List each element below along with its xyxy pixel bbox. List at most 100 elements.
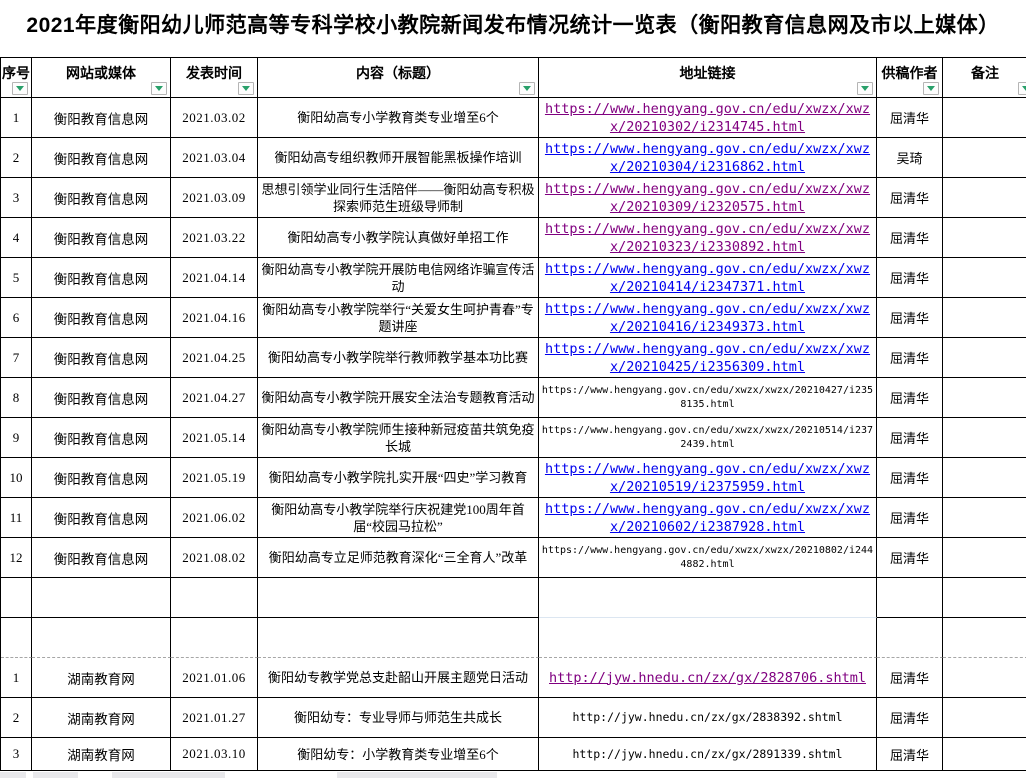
- serial-cell[interactable]: 6: [1, 298, 32, 338]
- url-link[interactable]: https://www.hengyang.gov.cn/edu/xwzx/xwz…: [539, 140, 876, 176]
- media-cell[interactable]: 衡阳教育信息网: [32, 218, 171, 258]
- author-cell[interactable]: 屈清华: [877, 698, 943, 738]
- serial-cell[interactable]: [1, 618, 32, 658]
- serial-cell[interactable]: 8: [1, 378, 32, 418]
- media-cell[interactable]: 衡阳教育信息网: [32, 498, 171, 538]
- author-cell[interactable]: 屈清华: [877, 738, 943, 771]
- date-cell[interactable]: 2021.03.02: [171, 98, 258, 138]
- header-date[interactable]: 发表时间: [171, 58, 258, 98]
- media-cell[interactable]: 衡阳教育信息网: [32, 538, 171, 578]
- url-cell[interactable]: https://www.hengyang.gov.cn/edu/xwzx/xwz…: [539, 378, 877, 418]
- content-cell[interactable]: 衡阳幼高专小教学院举行庆祝建党100周年首届“校园马拉松”: [258, 498, 539, 538]
- serial-cell[interactable]: 4: [1, 218, 32, 258]
- media-cell[interactable]: 衡阳教育信息网: [32, 418, 171, 458]
- media-cell[interactable]: 湖南教育网: [32, 658, 171, 698]
- serial-cell[interactable]: 1: [1, 658, 32, 698]
- remark-cell[interactable]: [943, 138, 1026, 178]
- date-cell[interactable]: [171, 578, 258, 618]
- url-cell[interactable]: [539, 578, 877, 618]
- remark-cell[interactable]: [943, 738, 1026, 771]
- url-cell[interactable]: http://jyw.hnedu.cn/zx/gx/2838392.shtml: [539, 698, 877, 738]
- header-serial[interactable]: 序号: [1, 58, 32, 98]
- content-cell[interactable]: 衡阳幼高专小教学院举行“关爱女生呵护青春”专题讲座: [258, 298, 539, 338]
- remark-cell[interactable]: [943, 98, 1026, 138]
- content-cell[interactable]: 衡阳幼高专小教学院举行教师教学基本功比赛: [258, 338, 539, 378]
- media-cell[interactable]: 湖南教育网: [32, 738, 171, 771]
- remark-cell[interactable]: [943, 218, 1026, 258]
- url-cell[interactable]: https://www.hengyang.gov.cn/edu/xwzx/xwz…: [539, 98, 877, 138]
- date-cell[interactable]: 2021.01.06: [171, 658, 258, 698]
- url-cell[interactable]: https://www.hengyang.gov.cn/edu/xwzx/xwz…: [539, 458, 877, 498]
- header-media[interactable]: 网站或媒体: [32, 58, 171, 98]
- remark-cell[interactable]: [943, 658, 1026, 698]
- content-cell[interactable]: 衡阳幼高专小教学院开展安全法治专题教育活动: [258, 378, 539, 418]
- url-cell[interactable]: https://www.hengyang.gov.cn/edu/xwzx/xwz…: [539, 298, 877, 338]
- media-cell[interactable]: [32, 578, 171, 618]
- url-cell[interactable]: https://www.hengyang.gov.cn/edu/xwzx/xwz…: [539, 138, 877, 178]
- content-cell[interactable]: [258, 578, 539, 618]
- url-cell[interactable]: https://www.hengyang.gov.cn/edu/xwzx/xwz…: [539, 538, 877, 578]
- url-link[interactable]: http://jyw.hnedu.cn/zx/gx/2828706.shtml: [539, 669, 876, 687]
- serial-cell[interactable]: 2: [1, 698, 32, 738]
- filter-dropdown-icon[interactable]: [519, 82, 535, 95]
- media-cell[interactable]: 衡阳教育信息网: [32, 458, 171, 498]
- date-cell[interactable]: 2021.06.02: [171, 498, 258, 538]
- header-url[interactable]: 地址链接: [539, 58, 877, 98]
- url-link[interactable]: https://www.hengyang.gov.cn/edu/xwzx/xwz…: [539, 500, 876, 536]
- header-author[interactable]: 供稿作者: [877, 58, 943, 98]
- media-cell[interactable]: 衡阳教育信息网: [32, 258, 171, 298]
- serial-cell[interactable]: 7: [1, 338, 32, 378]
- content-cell[interactable]: 衡阳幼高专小教学院开展防电信网络诈骗宣传活动: [258, 258, 539, 298]
- media-cell[interactable]: 衡阳教育信息网: [32, 298, 171, 338]
- content-cell[interactable]: 衡阳幼高专小教学院扎实开展“四史”学习教育: [258, 458, 539, 498]
- content-cell[interactable]: 衡阳幼专：小学教育类专业增至6个: [258, 738, 539, 771]
- date-cell[interactable]: 2021.03.10: [171, 738, 258, 771]
- author-cell[interactable]: 屈清华: [877, 658, 943, 698]
- content-cell[interactable]: 衡阳幼高专立足师范教育深化“三全育人”改革: [258, 538, 539, 578]
- url-link[interactable]: https://www.hengyang.gov.cn/edu/xwzx/xwz…: [539, 460, 876, 496]
- serial-cell[interactable]: 3: [1, 738, 32, 771]
- date-cell[interactable]: 2021.04.27: [171, 378, 258, 418]
- author-cell[interactable]: 屈清华: [877, 98, 943, 138]
- remark-cell[interactable]: [943, 618, 1026, 658]
- filter-dropdown-icon[interactable]: [151, 82, 167, 95]
- remark-cell[interactable]: [943, 538, 1026, 578]
- serial-cell[interactable]: 5: [1, 258, 32, 298]
- author-cell[interactable]: 屈清华: [877, 498, 943, 538]
- serial-cell[interactable]: 1: [1, 98, 32, 138]
- author-cell[interactable]: 屈清华: [877, 538, 943, 578]
- date-cell[interactable]: 2021.03.04: [171, 138, 258, 178]
- remark-cell[interactable]: [943, 178, 1026, 218]
- date-cell[interactable]: 2021.05.19: [171, 458, 258, 498]
- author-cell[interactable]: 屈清华: [877, 378, 943, 418]
- remark-cell[interactable]: [943, 578, 1026, 618]
- author-cell[interactable]: 屈清华: [877, 178, 943, 218]
- date-cell[interactable]: 2021.01.27: [171, 698, 258, 738]
- author-cell[interactable]: 吴琦: [877, 138, 943, 178]
- header-remark[interactable]: 备注: [943, 58, 1026, 98]
- author-cell[interactable]: 屈清华: [877, 218, 943, 258]
- author-cell[interactable]: [877, 618, 943, 658]
- serial-cell[interactable]: [1, 578, 32, 618]
- url-link[interactable]: https://www.hengyang.gov.cn/edu/xwzx/xwz…: [539, 300, 876, 336]
- serial-cell[interactable]: 12: [1, 538, 32, 578]
- date-cell[interactable]: 2021.05.14: [171, 418, 258, 458]
- date-cell[interactable]: 2021.03.22: [171, 218, 258, 258]
- media-cell[interactable]: 湖南教育网: [32, 698, 171, 738]
- url-link[interactable]: https://www.hengyang.gov.cn/edu/xwzx/xwz…: [539, 260, 876, 296]
- serial-cell[interactable]: 2: [1, 138, 32, 178]
- url-cell[interactable]: http://jyw.hnedu.cn/zx/gx/2891339.shtml: [539, 738, 877, 771]
- header-content[interactable]: 内容（标题）: [258, 58, 539, 98]
- media-cell[interactable]: [32, 618, 171, 658]
- author-cell[interactable]: 屈清华: [877, 258, 943, 298]
- content-cell[interactable]: 衡阳幼专：专业导师与师范生共成长: [258, 698, 539, 738]
- remark-cell[interactable]: [943, 698, 1026, 738]
- remark-cell[interactable]: [943, 338, 1026, 378]
- date-cell[interactable]: 2021.04.16: [171, 298, 258, 338]
- media-cell[interactable]: 衡阳教育信息网: [32, 178, 171, 218]
- remark-cell[interactable]: [943, 458, 1026, 498]
- filter-dropdown-icon[interactable]: [12, 82, 28, 95]
- filter-dropdown-icon[interactable]: [1018, 82, 1026, 95]
- remark-cell[interactable]: [943, 418, 1026, 458]
- content-cell[interactable]: 衡阳幼高专小教学院师生接种新冠疫苗共筑免疫长城: [258, 418, 539, 458]
